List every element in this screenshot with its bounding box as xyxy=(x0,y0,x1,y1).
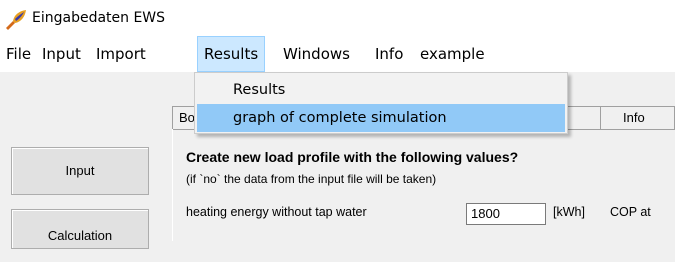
title-bar: Eingabedaten EWS xyxy=(0,0,675,36)
heating-energy-input[interactable]: 1800 xyxy=(466,203,546,225)
heating-unit-label: [kWh] xyxy=(553,205,585,219)
calculation-button[interactable]: Calculation xyxy=(11,209,149,249)
menu-info[interactable]: Info xyxy=(375,36,403,72)
menu-windows[interactable]: Windows xyxy=(283,36,350,72)
menu-bar: File Input Import Results Windows Info e… xyxy=(0,36,675,72)
app-icon xyxy=(6,10,26,30)
heating-energy-label: heating energy without tap water xyxy=(186,205,367,219)
menu-item-graph-complete-simulation[interactable]: graph of complete simulation xyxy=(197,104,565,132)
menu-file[interactable]: File xyxy=(6,36,31,72)
tab-label: Info xyxy=(623,110,645,125)
cop-label: COP at xyxy=(610,205,651,219)
input-button[interactable]: Input xyxy=(11,147,149,195)
panel-heading: Create new load profile with the followi… xyxy=(186,149,519,165)
tab-info[interactable]: Info xyxy=(600,106,675,130)
menu-results[interactable]: Results xyxy=(197,36,266,72)
menu-import[interactable]: Import xyxy=(96,36,146,72)
window-title: Eingabedaten EWS xyxy=(32,10,166,26)
menu-example[interactable]: example xyxy=(420,36,485,72)
button-label: Input xyxy=(65,163,95,178)
results-dropdown-menu: Results graph of complete simulation xyxy=(194,72,568,134)
panel-border xyxy=(172,129,173,241)
menu-input[interactable]: Input xyxy=(42,36,81,72)
tab-label: Bo xyxy=(179,110,195,125)
menu-item-results[interactable]: Results xyxy=(197,76,565,104)
panel-subheading: (if `no` the data from the input file wi… xyxy=(186,172,437,186)
